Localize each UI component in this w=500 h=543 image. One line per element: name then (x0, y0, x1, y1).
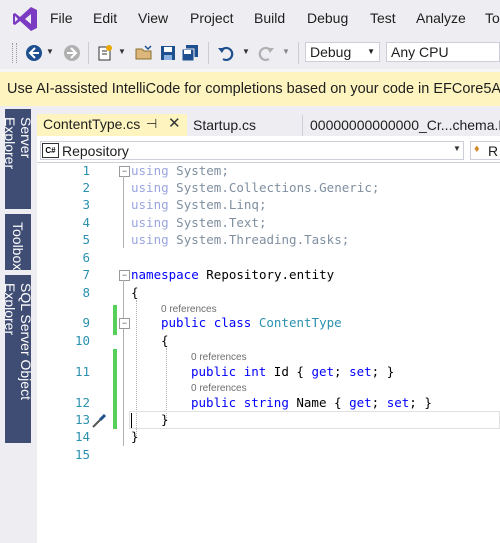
save-icon[interactable] (158, 43, 178, 63)
line-number: 5 (82, 232, 90, 247)
undo-icon[interactable] (216, 43, 236, 63)
toolbar-separator (88, 42, 89, 64)
menu-test[interactable]: Test (370, 10, 396, 26)
line-number: 1 (82, 163, 90, 178)
server-explorer-label: Server Explorer (2, 117, 34, 170)
forward-icon[interactable] (62, 43, 82, 63)
tab-label: ContentType.cs (43, 116, 141, 132)
new-project-icon[interactable] (95, 43, 115, 63)
server-explorer-tab[interactable]: Server Explorer (2, 109, 34, 209)
line-number: 10 (74, 333, 90, 348)
toolbar-grip[interactable] (12, 43, 17, 63)
visual-studio-logo-icon[interactable] (12, 6, 38, 32)
menu-build[interactable]: Build (254, 10, 285, 26)
project-scope-label: Repository (62, 143, 129, 159)
open-file-icon[interactable] (134, 43, 154, 63)
platform-select[interactable]: Any CPU (386, 42, 500, 62)
redo-dropdown-icon[interactable]: ▼ (282, 47, 290, 56)
text-cursor (131, 413, 132, 428)
code-line: using System.Text; (131, 215, 267, 230)
line-number: 8 (82, 285, 90, 300)
menu-debug[interactable]: Debug (307, 10, 348, 26)
collapse-namespace-icon[interactable]: − (119, 270, 130, 281)
sql-server-object-explorer-label: SQL Server Object Explorer (2, 283, 34, 400)
line-number: 2 (82, 180, 90, 195)
line-number: 15 (74, 447, 90, 462)
menu-tools[interactable]: To (485, 10, 500, 26)
info-bar-message: Use AI-assisted IntelliCode for completi… (7, 81, 500, 97)
line-number: 11 (74, 364, 90, 379)
change-marker (113, 305, 117, 335)
class-icon: ♦ (474, 143, 480, 155)
menu-file[interactable]: File (50, 10, 73, 26)
pin-icon[interactable]: ⊣ (146, 116, 157, 132)
line-number: 12 (74, 395, 90, 410)
line-number: 14 (74, 429, 90, 444)
toolbox-label: Toolbox (10, 222, 26, 271)
code-line: public string Name { get; set; } (191, 395, 432, 410)
line-number: 4 (82, 215, 90, 230)
menu-edit[interactable]: Edit (93, 10, 117, 26)
chevron-down-icon: ▼ (453, 144, 461, 153)
save-all-icon[interactable] (180, 43, 200, 63)
toolbar-separator (298, 42, 299, 64)
back-icon[interactable] (24, 43, 44, 63)
toolbox-tab[interactable]: Toolbox (5, 214, 31, 270)
tab-startup-cs[interactable]: Startup.cs (187, 115, 303, 136)
tab-contenttype-cs[interactable]: ContentType.cs (37, 114, 187, 136)
codelens-references[interactable]: 0 references (191, 352, 247, 363)
line-number: 6 (82, 250, 90, 265)
codelens-references[interactable]: 0 references (191, 383, 247, 394)
indent-guide (166, 348, 167, 420)
tab-migration-designer[interactable]: 00000000000000_Cr...chema.De (304, 115, 500, 136)
quick-actions-brush-icon[interactable] (91, 413, 107, 429)
close-icon[interactable]: ✕ (168, 114, 181, 132)
collapse-class-icon[interactable]: − (119, 318, 130, 329)
configuration-value: Debug (310, 44, 352, 60)
code-line: using System.Linq; (131, 197, 267, 212)
code-line: using System.Threading.Tasks; (131, 232, 350, 247)
intellicode-info-bar: Use AI-assisted IntelliCode for completi… (0, 72, 500, 106)
new-dropdown-icon[interactable]: ▼ (118, 47, 126, 56)
line-number: 9 (82, 315, 90, 330)
code-line: } (131, 429, 139, 444)
menu-analyze[interactable]: Analyze (416, 10, 466, 26)
code-line: public class ContentType (161, 315, 342, 330)
tab-label: 00000000000000_Cr...chema.De (310, 117, 500, 133)
line-number: 3 (82, 197, 90, 212)
code-line: namespace Repository.entity (131, 267, 335, 282)
code-line: { (161, 333, 169, 348)
code-line: { (131, 285, 139, 300)
outline-line (123, 176, 124, 248)
codelens-references[interactable]: 0 references (161, 304, 217, 315)
sql-server-object-explorer-tab[interactable]: SQL Server Object Explorer (2, 275, 34, 443)
code-line: using System; (131, 163, 229, 178)
code-editor[interactable] (37, 163, 500, 543)
menu-view[interactable]: View (138, 10, 168, 26)
outline-line (123, 280, 124, 446)
redo-icon[interactable] (256, 43, 276, 63)
undo-dropdown-icon[interactable]: ▼ (242, 47, 250, 56)
back-dropdown-icon[interactable]: ▼ (46, 47, 54, 56)
type-scope-label: R (488, 143, 499, 159)
chevron-down-icon: ▼ (367, 47, 375, 56)
menu-project[interactable]: Project (190, 10, 234, 26)
code-line: using System.Collections.Generic; (131, 180, 380, 195)
code-line: } (161, 412, 169, 427)
line-number: 7 (82, 267, 90, 282)
platform-value: Any CPU (391, 44, 449, 60)
line-number: 13 (74, 412, 90, 427)
code-line: public int Id { get; set; } (191, 364, 395, 379)
configuration-select[interactable]: Debug ▼ (305, 42, 380, 62)
csharp-project-icon: C# (42, 143, 59, 158)
collapse-usings-icon[interactable]: − (119, 166, 130, 177)
current-line-highlight (129, 411, 500, 429)
tab-label: Startup.cs (193, 117, 257, 133)
toolbar-separator (208, 42, 209, 64)
change-marker (113, 349, 117, 429)
